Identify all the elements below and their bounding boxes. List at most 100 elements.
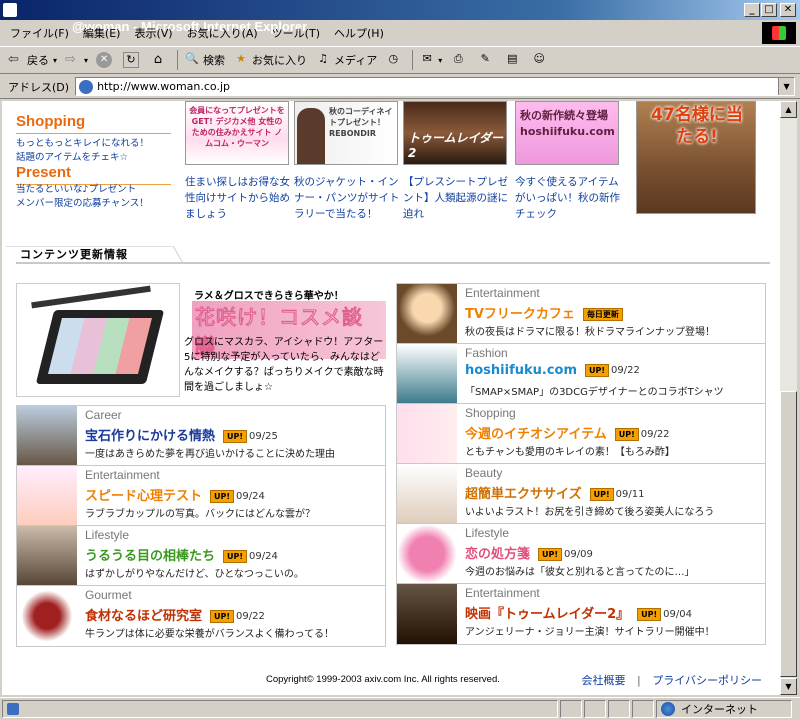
forward-button[interactable]: ⇨ ▾ xyxy=(65,52,88,68)
privacy-policy-link[interactable]: プライバシーポリシー xyxy=(652,674,762,687)
discuss-button[interactable]: ▤ xyxy=(504,52,523,68)
scroll-down-icon[interactable]: ▼ xyxy=(780,678,797,695)
banner-hoshiifuku[interactable]: 秋の新作続々登場 hoshiifuku.com xyxy=(515,101,619,165)
banner-nomu-com[interactable]: 会員になってプレゼントをGET! デジカメ他 女性のための住みかえサイト ノムコ… xyxy=(185,101,289,165)
update-date: 09/24 xyxy=(249,551,278,562)
mail-icon: ✉ xyxy=(422,52,432,65)
search-icon: 🔍 xyxy=(185,52,199,65)
edit-button[interactable]: ✎ xyxy=(477,52,496,68)
item-title[interactable]: TVフリークカフェ 毎日更新 xyxy=(465,303,623,322)
content-item[interactable]: Lifestyle うるうる目の相棒たち UP! 09/24 はずかしがりやなんだけど、… xyxy=(16,525,386,587)
item-thumbnail xyxy=(397,284,457,344)
item-title[interactable]: 食材なるほど研究室 UP! 09/22 xyxy=(85,605,265,624)
address-label: アドレス(D) xyxy=(8,80,70,94)
content-item[interactable]: Shopping 今週のイチオシアイテム UP! 09/22 ともチャンも愛用のキレイの… xyxy=(396,403,766,465)
stop-button[interactable]: ✕ xyxy=(96,52,115,68)
content-item[interactable]: Entertainment スピード心理テスト UP! 09/24 ラブラブカップルの写… xyxy=(16,465,386,527)
banner-tomb-raider[interactable]: トゥームレイダー2 xyxy=(403,101,507,165)
feature-tagline: ラメ＆グロスできらきら華やか！ xyxy=(194,291,344,302)
menu-help[interactable]: ヘルプ(H) xyxy=(334,25,384,41)
big-banner-47[interactable]: 47名様に当たる! xyxy=(636,101,756,214)
item-title[interactable]: hoshiifuku.com UP! 09/22 xyxy=(465,363,640,378)
page-icon xyxy=(79,79,94,94)
item-thumbnail xyxy=(397,524,457,584)
scroll-thumb[interactable] xyxy=(780,391,797,677)
content-item[interactable]: Career 宝石作りにかける情熱 UP! 09/25 一度はあきらめた夢を再び追いかけ… xyxy=(16,405,386,467)
banner-caption-1[interactable]: 住まい探しはお得な女性向けサイトから始めましょう xyxy=(185,174,291,222)
feature-card[interactable]: ラメ＆グロスできらきら華やか！ 花咲け！コスメ談議 グロスにマスカラ、アイシャド… xyxy=(16,283,386,407)
search-button[interactable]: 🔍 検索 xyxy=(184,52,225,68)
content-item[interactable]: Gourmet 食材なるほど研究室 UP! 09/22 牛ランプは体に必要な栄養がバラン… xyxy=(16,585,386,647)
item-category: Lifestyle xyxy=(465,526,510,540)
content-item[interactable]: Beauty 超簡単エクササイズ UP! 09/11 いよいよラスト！お尻を引き締めて後… xyxy=(396,463,766,525)
maximize-button[interactable]: □ xyxy=(761,3,777,17)
banner-caption-2[interactable]: 秋のジャケット・インナー・パンツがサイトラリーで当たる！ xyxy=(294,174,400,222)
item-description: ともチャンも愛用のキレイの素！【もろみ酢】 xyxy=(465,447,675,458)
item-title[interactable]: 宝石作りにかける情熱 UP! 09/25 xyxy=(85,425,278,444)
menu-file[interactable]: ファイル(F) xyxy=(10,25,69,41)
update-date: 09/22 xyxy=(236,611,265,622)
update-badge: UP! xyxy=(210,610,235,623)
cosmetics-photo xyxy=(16,283,180,397)
banner-rebondir[interactable]: 秋のコーディネイトプレゼント！ REBONDIR xyxy=(294,101,398,165)
item-title[interactable]: 恋の処方箋 UP! 09/09 xyxy=(465,543,593,562)
refresh-button[interactable]: ↻ xyxy=(123,52,142,68)
item-thumbnail xyxy=(17,406,77,466)
promo-heading-present[interactable]: Present xyxy=(16,164,172,185)
scroll-up-icon[interactable]: ▲ xyxy=(780,101,797,118)
document-icon: ▤ xyxy=(507,52,518,65)
update-badge: UP! xyxy=(223,430,248,443)
item-title[interactable]: スピード心理テスト UP! 09/24 xyxy=(85,485,265,504)
address-url: http://www.woman.co.jp xyxy=(97,80,231,93)
messenger-button[interactable]: ☺ xyxy=(531,52,550,68)
menu-view[interactable]: 表示(V) xyxy=(134,25,172,41)
promo-heading-shopping[interactable]: Shopping xyxy=(16,113,172,134)
content-item[interactable]: Entertainment 映画『トゥームレイダー2』 UP! 09/04 アンジェリー… xyxy=(396,583,766,645)
update-badge: UP! xyxy=(637,608,662,621)
item-title[interactable]: 今週のイチオシアイテム UP! 09/22 xyxy=(465,423,670,442)
history-button[interactable]: ◷ xyxy=(385,52,404,68)
print-button[interactable]: ⎙ xyxy=(450,52,469,68)
section-title: コンテンツ更新情報 xyxy=(20,248,128,261)
address-input[interactable]: http://www.woman.co.jp ▼ xyxy=(75,77,796,96)
address-dropdown-icon[interactable]: ▼ xyxy=(778,78,795,95)
media-button[interactable]: ♫ メディア xyxy=(315,52,377,68)
item-title[interactable]: 映画『トゥームレイダー2』 UP! 09/04 xyxy=(465,603,692,622)
media-icon: ♫ xyxy=(318,52,328,65)
item-thumbnail xyxy=(397,344,457,404)
promo-shopping-line1[interactable]: もっともっとキレイになれる！ xyxy=(16,137,149,151)
big-banner-text: 47名様に当たる! xyxy=(651,105,743,147)
content-item[interactable]: Entertainment TVフリークカフェ 毎日更新 秋の夜長はドラマに限る！秋ド… xyxy=(396,283,766,345)
item-title[interactable]: 超簡単エクササイズ UP! 09/11 xyxy=(465,483,644,502)
item-category: Gourmet xyxy=(85,588,132,602)
home-button[interactable]: ⌂ xyxy=(150,52,169,68)
content-item[interactable]: Fashion hoshiifuku.com UP! 09/22 「SMAP×SMAP」… xyxy=(396,343,766,405)
menu-edit[interactable]: 編集(E) xyxy=(83,25,121,41)
banner-caption-4[interactable]: 今すぐ使えるアイテムがいっぱい！秋の新作チェック xyxy=(515,174,621,222)
update-badge: UP! xyxy=(585,364,610,377)
menu-bar: ファイル(F) 編集(E) 表示(V) お気に入り(A) ツール(T) ヘルプ(… xyxy=(0,22,760,44)
minimize-button[interactable]: _ xyxy=(744,3,760,17)
menu-favorites[interactable]: お気に入り(A) xyxy=(187,25,258,41)
update-date: 09/25 xyxy=(249,431,278,442)
vertical-scrollbar[interactable]: ▲ ▼ xyxy=(780,101,797,695)
model-photo-icon xyxy=(297,108,325,164)
item-title[interactable]: うるうる目の相棒たち UP! 09/24 xyxy=(85,545,278,564)
item-description: アンジェリーナ・ジョリー主演！サイトラリー開催中！ xyxy=(465,627,715,638)
promo-present-line2[interactable]: メンバー限定の応募チャンス！ xyxy=(16,197,149,211)
menu-tools[interactable]: ツール(T) xyxy=(272,25,320,41)
item-thumbnail xyxy=(17,586,77,646)
footer-links: 会社概要 | プライバシーポリシー xyxy=(582,672,763,688)
item-title-text: うるうる目の相棒たち xyxy=(85,549,216,564)
item-description: いよいよラスト！お尻を引き締めて後ろ姿美人になろう xyxy=(465,507,715,518)
banner-caption-3[interactable]: 【プレスシートプレゼント】人類起源の謎に迫れ xyxy=(403,174,509,222)
promo-present-line1[interactable]: 当たるといいな♪プレゼント xyxy=(16,183,136,197)
mail-button[interactable]: ✉ ▾ xyxy=(419,52,443,68)
content-item[interactable]: Lifestyle 恋の処方箋 UP! 09/09 今週のお悩みは「彼女と別れると言って… xyxy=(396,523,766,585)
stop-icon: ✕ xyxy=(96,52,113,68)
promo-shopping-line2[interactable]: 話題のアイテムをチェキ☆ xyxy=(16,151,128,165)
back-button[interactable]: ⇦ 戻る ▾ xyxy=(8,52,57,68)
company-info-link[interactable]: 会社概要 xyxy=(582,674,626,687)
close-button[interactable]: ✕ xyxy=(780,3,796,17)
favorites-button[interactable]: ★ お気に入り xyxy=(233,52,307,68)
